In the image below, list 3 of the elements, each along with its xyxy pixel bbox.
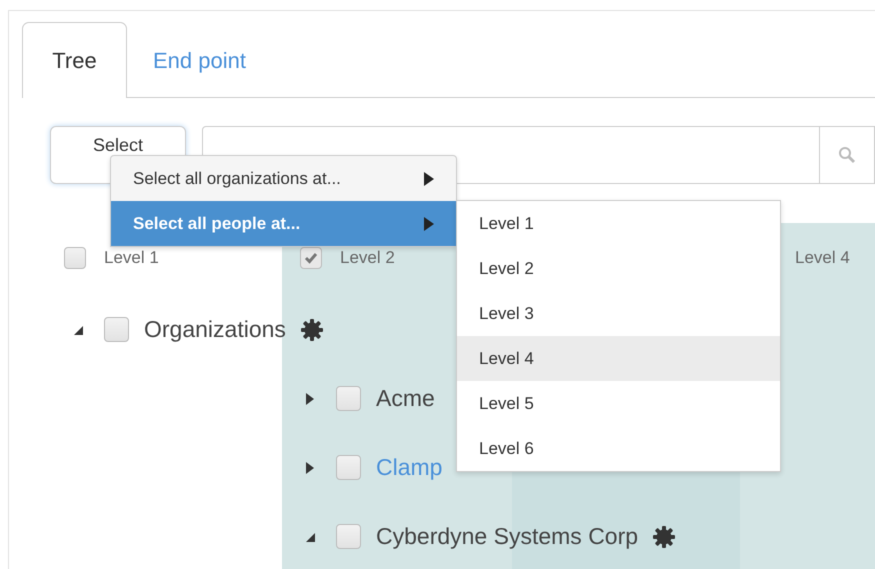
level-label: Level 2: [340, 248, 395, 268]
level-label: Level 1: [104, 248, 159, 268]
level-label: Level 4: [795, 248, 850, 268]
